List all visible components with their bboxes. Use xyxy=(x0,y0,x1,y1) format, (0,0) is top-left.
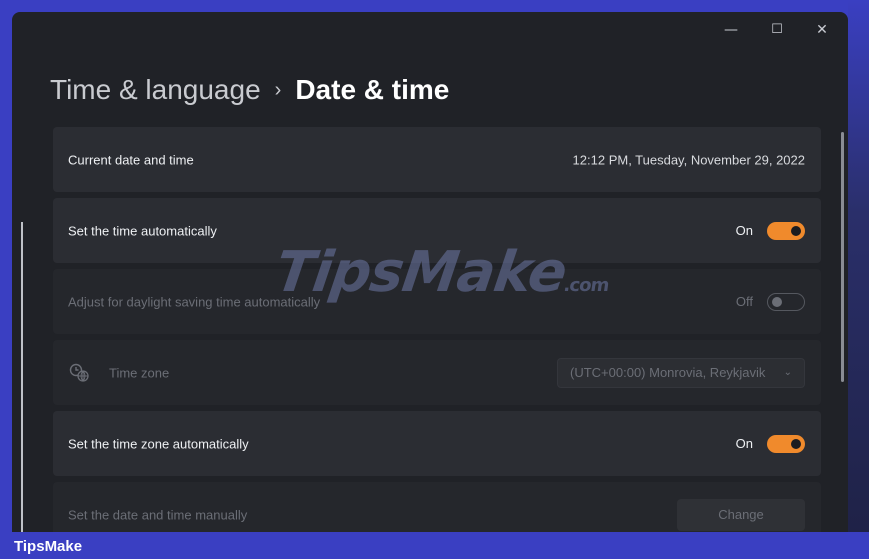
watermark-suffix: .com xyxy=(562,275,610,296)
current-datetime-value: 12:12 PM, Tuesday, November 29, 2022 xyxy=(572,152,805,167)
page-title: Time & language › Date & time xyxy=(50,74,449,106)
auto-timezone-state: On xyxy=(735,436,753,451)
close-button[interactable]: ✕ xyxy=(811,22,833,38)
toggle-knob xyxy=(791,225,801,236)
auto-time-label: Set the time automatically xyxy=(68,223,217,238)
daylight-toggle[interactable] xyxy=(767,292,805,311)
time-zone-label: Time zone xyxy=(109,365,170,380)
time-zone-row: Time zone (UTC+00:00) Monrovia, Reykjavi… xyxy=(53,340,821,405)
breadcrumb-parent[interactable]: Time & language xyxy=(50,74,261,105)
toggle-knob xyxy=(791,438,801,449)
auto-timezone-toggle[interactable] xyxy=(767,434,805,453)
auto-time-toggle[interactable] xyxy=(767,221,805,240)
footer-brand: TipsMake xyxy=(14,538,83,555)
auto-time-toggle-group: On xyxy=(735,221,805,240)
manual-datetime-row: Set the date and time manually Change xyxy=(53,482,821,532)
current-datetime-label: Current date and time xyxy=(68,152,194,167)
toggle-knob xyxy=(772,296,782,307)
background-edge xyxy=(848,0,869,532)
minimize-button[interactable]: — xyxy=(720,22,742,38)
auto-time-state: On xyxy=(735,223,753,238)
change-button[interactable]: Change xyxy=(677,498,805,531)
watermark-text: TipsMake xyxy=(271,240,571,305)
time-zone-value: (UTC+00:00) Monrovia, Reykjavik xyxy=(570,364,766,380)
footer-bar: TipsMake xyxy=(0,532,869,559)
top-banner xyxy=(0,0,869,12)
daylight-state: Off xyxy=(735,294,753,309)
chevron-down-icon: ⌄ xyxy=(783,366,792,378)
time-zone-dropdown[interactable]: (UTC+00:00) Monrovia, Reykjavik ⌄ xyxy=(557,357,805,388)
globe-clock-icon xyxy=(69,363,89,382)
auto-timezone-row: Set the time zone automatically On xyxy=(53,411,821,476)
daylight-toggle-group: Off xyxy=(735,292,805,311)
watermark-logo: TipsMake.com xyxy=(271,240,614,305)
auto-timezone-label: Set the time zone automatically xyxy=(68,436,249,451)
manual-datetime-label: Set the date and time manually xyxy=(68,507,248,522)
left-accent-line xyxy=(21,222,23,532)
current-datetime-row: Current date and time 12:12 PM, Tuesday,… xyxy=(53,127,821,192)
breadcrumb-separator-icon: › xyxy=(274,79,282,101)
scrollbar[interactable] xyxy=(841,132,844,382)
maximize-button[interactable]: ☐ xyxy=(766,22,788,37)
auto-timezone-toggle-group: On xyxy=(735,434,805,453)
breadcrumb-current: Date & time xyxy=(295,74,450,105)
